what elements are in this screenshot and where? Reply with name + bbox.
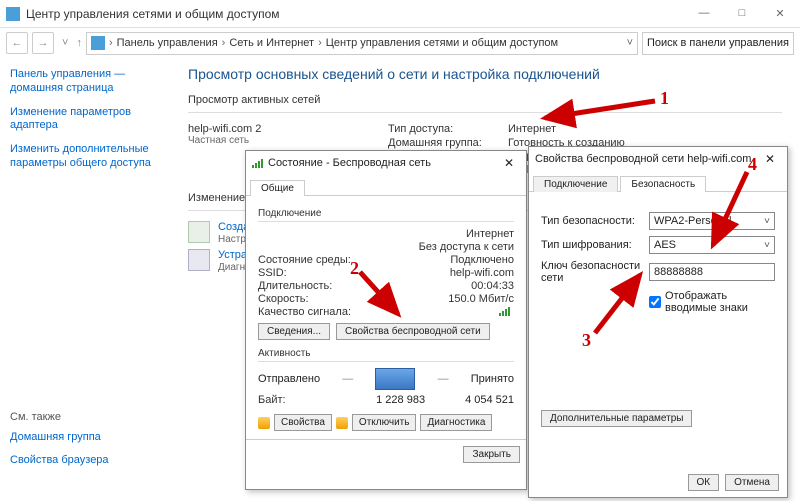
address-row: ← → ˅ ↑ › Панель управления › Сеть и Инт… — [0, 28, 800, 58]
tab-security[interactable]: Безопасность — [620, 176, 706, 192]
key-label: Ключ безопасности сети — [541, 260, 649, 284]
troubleshoot-icon — [188, 249, 210, 271]
disable-button[interactable]: Отключить — [352, 414, 417, 431]
up-button[interactable]: ↑ — [76, 37, 82, 49]
ssid-value: help-wifi.com — [450, 267, 514, 279]
back-button[interactable]: ← — [6, 32, 28, 54]
close-dialog-button[interactable]: Закрыть — [463, 446, 520, 463]
anno-2: 2 — [350, 258, 359, 279]
access-label: Тип доступа: — [388, 123, 508, 135]
sidebar-sharing[interactable]: Изменить дополнительные параметры общего… — [10, 143, 160, 171]
maximize-button[interactable]: □ — [728, 7, 756, 20]
status-dialog-title: Состояние - Беспроводная сеть — [268, 157, 431, 169]
signal-icon — [252, 158, 264, 168]
ok-button[interactable]: ОК — [688, 474, 720, 491]
network-name: help-wifi.com 2 — [188, 123, 388, 135]
status-close-button[interactable]: ✕ — [498, 156, 520, 170]
breadcrumb[interactable]: › Панель управления › Сеть и Интернет › … — [86, 32, 638, 55]
quality-label: Качество сигнала: — [258, 306, 499, 319]
sidebar: Панель управления — домашняя страница Из… — [0, 58, 170, 501]
bytes-sent: 1 228 983 — [376, 394, 425, 406]
encryption-select[interactable]: AES — [649, 236, 775, 254]
homegroup-label: Домашняя группа: — [388, 137, 508, 149]
sent-label: Отправлено — [258, 373, 320, 385]
tab-general[interactable]: Общие — [250, 180, 305, 196]
group-connection: Подключение — [258, 208, 514, 219]
props-close-button[interactable]: ✕ — [759, 152, 781, 166]
security-type-select[interactable]: WPA2-Personal — [649, 212, 775, 230]
duration-label: Длительность: — [258, 280, 471, 292]
bytes-label: Байт: — [258, 394, 376, 406]
group-activity: Активность — [258, 348, 514, 359]
anno-1: 1 — [660, 88, 669, 109]
search-placeholder: Поиск в панели управления — [647, 37, 789, 49]
props-dialog-title: Свойства беспроводной сети help-wifi.com — [535, 153, 751, 165]
details-button[interactable]: Сведения... — [258, 323, 330, 340]
see-also-browser[interactable]: Свойства браузера — [10, 454, 160, 468]
app-icon — [6, 7, 20, 21]
see-also-label: См. также — [10, 411, 160, 423]
shield-icon — [336, 417, 348, 429]
bytes-recv: 4 054 521 — [465, 394, 514, 406]
encryption-label: Тип шифрования: — [541, 239, 649, 251]
access-value: Интернет — [508, 123, 556, 135]
active-nets-label: Просмотр активных сетей — [188, 94, 782, 106]
location-icon — [91, 36, 105, 50]
recv-label: Принято — [471, 373, 514, 385]
crumb-net[interactable]: Сеть и Интернет — [229, 37, 314, 49]
properties-dialog: Свойства беспроводной сети help-wifi.com… — [528, 146, 788, 498]
speed-value: 150.0 Мбит/с — [448, 293, 514, 305]
properties-button[interactable]: Свойства — [274, 414, 332, 431]
sidebar-home[interactable]: Панель управления — домашняя страница — [10, 68, 160, 96]
speed-label: Скорость: — [258, 293, 448, 305]
status-dialog: Состояние - Беспроводная сеть ✕ Общие По… — [245, 150, 527, 490]
forward-button[interactable]: → — [32, 32, 54, 54]
diagnose-button[interactable]: Диагностика — [420, 414, 492, 431]
see-also-homegroup[interactable]: Домашняя группа — [10, 431, 160, 445]
shield-icon — [258, 417, 270, 429]
network-type: Частная сеть — [188, 135, 388, 146]
show-chars-label: Отображать вводимые знаки — [665, 290, 775, 314]
signal-icon — [499, 306, 511, 316]
window-titlebar: Центр управления сетями и общим доступом… — [0, 0, 800, 28]
minimize-button[interactable]: — — [690, 7, 718, 20]
key-input[interactable]: 88888888 — [649, 263, 775, 281]
anno-4: 4 — [748, 154, 757, 175]
security-type-label: Тип безопасности: — [541, 215, 649, 227]
anno-3: 3 — [582, 330, 591, 351]
media-value: Подключено — [450, 254, 514, 266]
tab-connection[interactable]: Подключение — [533, 176, 618, 192]
window-title: Центр управления сетями и общим доступом — [26, 7, 690, 21]
crumb-nsc[interactable]: Центр управления сетями и общим доступом — [326, 37, 558, 49]
search-input[interactable]: Поиск в панели управления — [642, 32, 794, 55]
status-dialog-titlebar[interactable]: Состояние - Беспроводная сеть ✕ — [246, 151, 526, 175]
recent-dropdown[interactable]: ˅ — [58, 37, 72, 49]
wireless-properties-button[interactable]: Свойства беспроводной сети — [336, 323, 490, 340]
advanced-button[interactable]: Дополнительные параметры — [541, 410, 692, 427]
activity-icon — [375, 368, 415, 390]
page-title: Просмотр основных сведений о сети и наст… — [188, 66, 782, 82]
sidebar-adapter[interactable]: Изменение параметров адаптера — [10, 106, 160, 134]
ipv6-value: Без доступа к сети — [419, 241, 514, 253]
create-icon — [188, 221, 210, 243]
crumb-cp[interactable]: Панель управления — [117, 37, 218, 49]
close-button[interactable]: ✕ — [766, 7, 794, 20]
duration-value: 00:04:33 — [471, 280, 514, 292]
show-chars-checkbox[interactable] — [649, 296, 661, 308]
cancel-button[interactable]: Отмена — [725, 474, 779, 491]
ipv4-value: Интернет — [466, 228, 514, 240]
